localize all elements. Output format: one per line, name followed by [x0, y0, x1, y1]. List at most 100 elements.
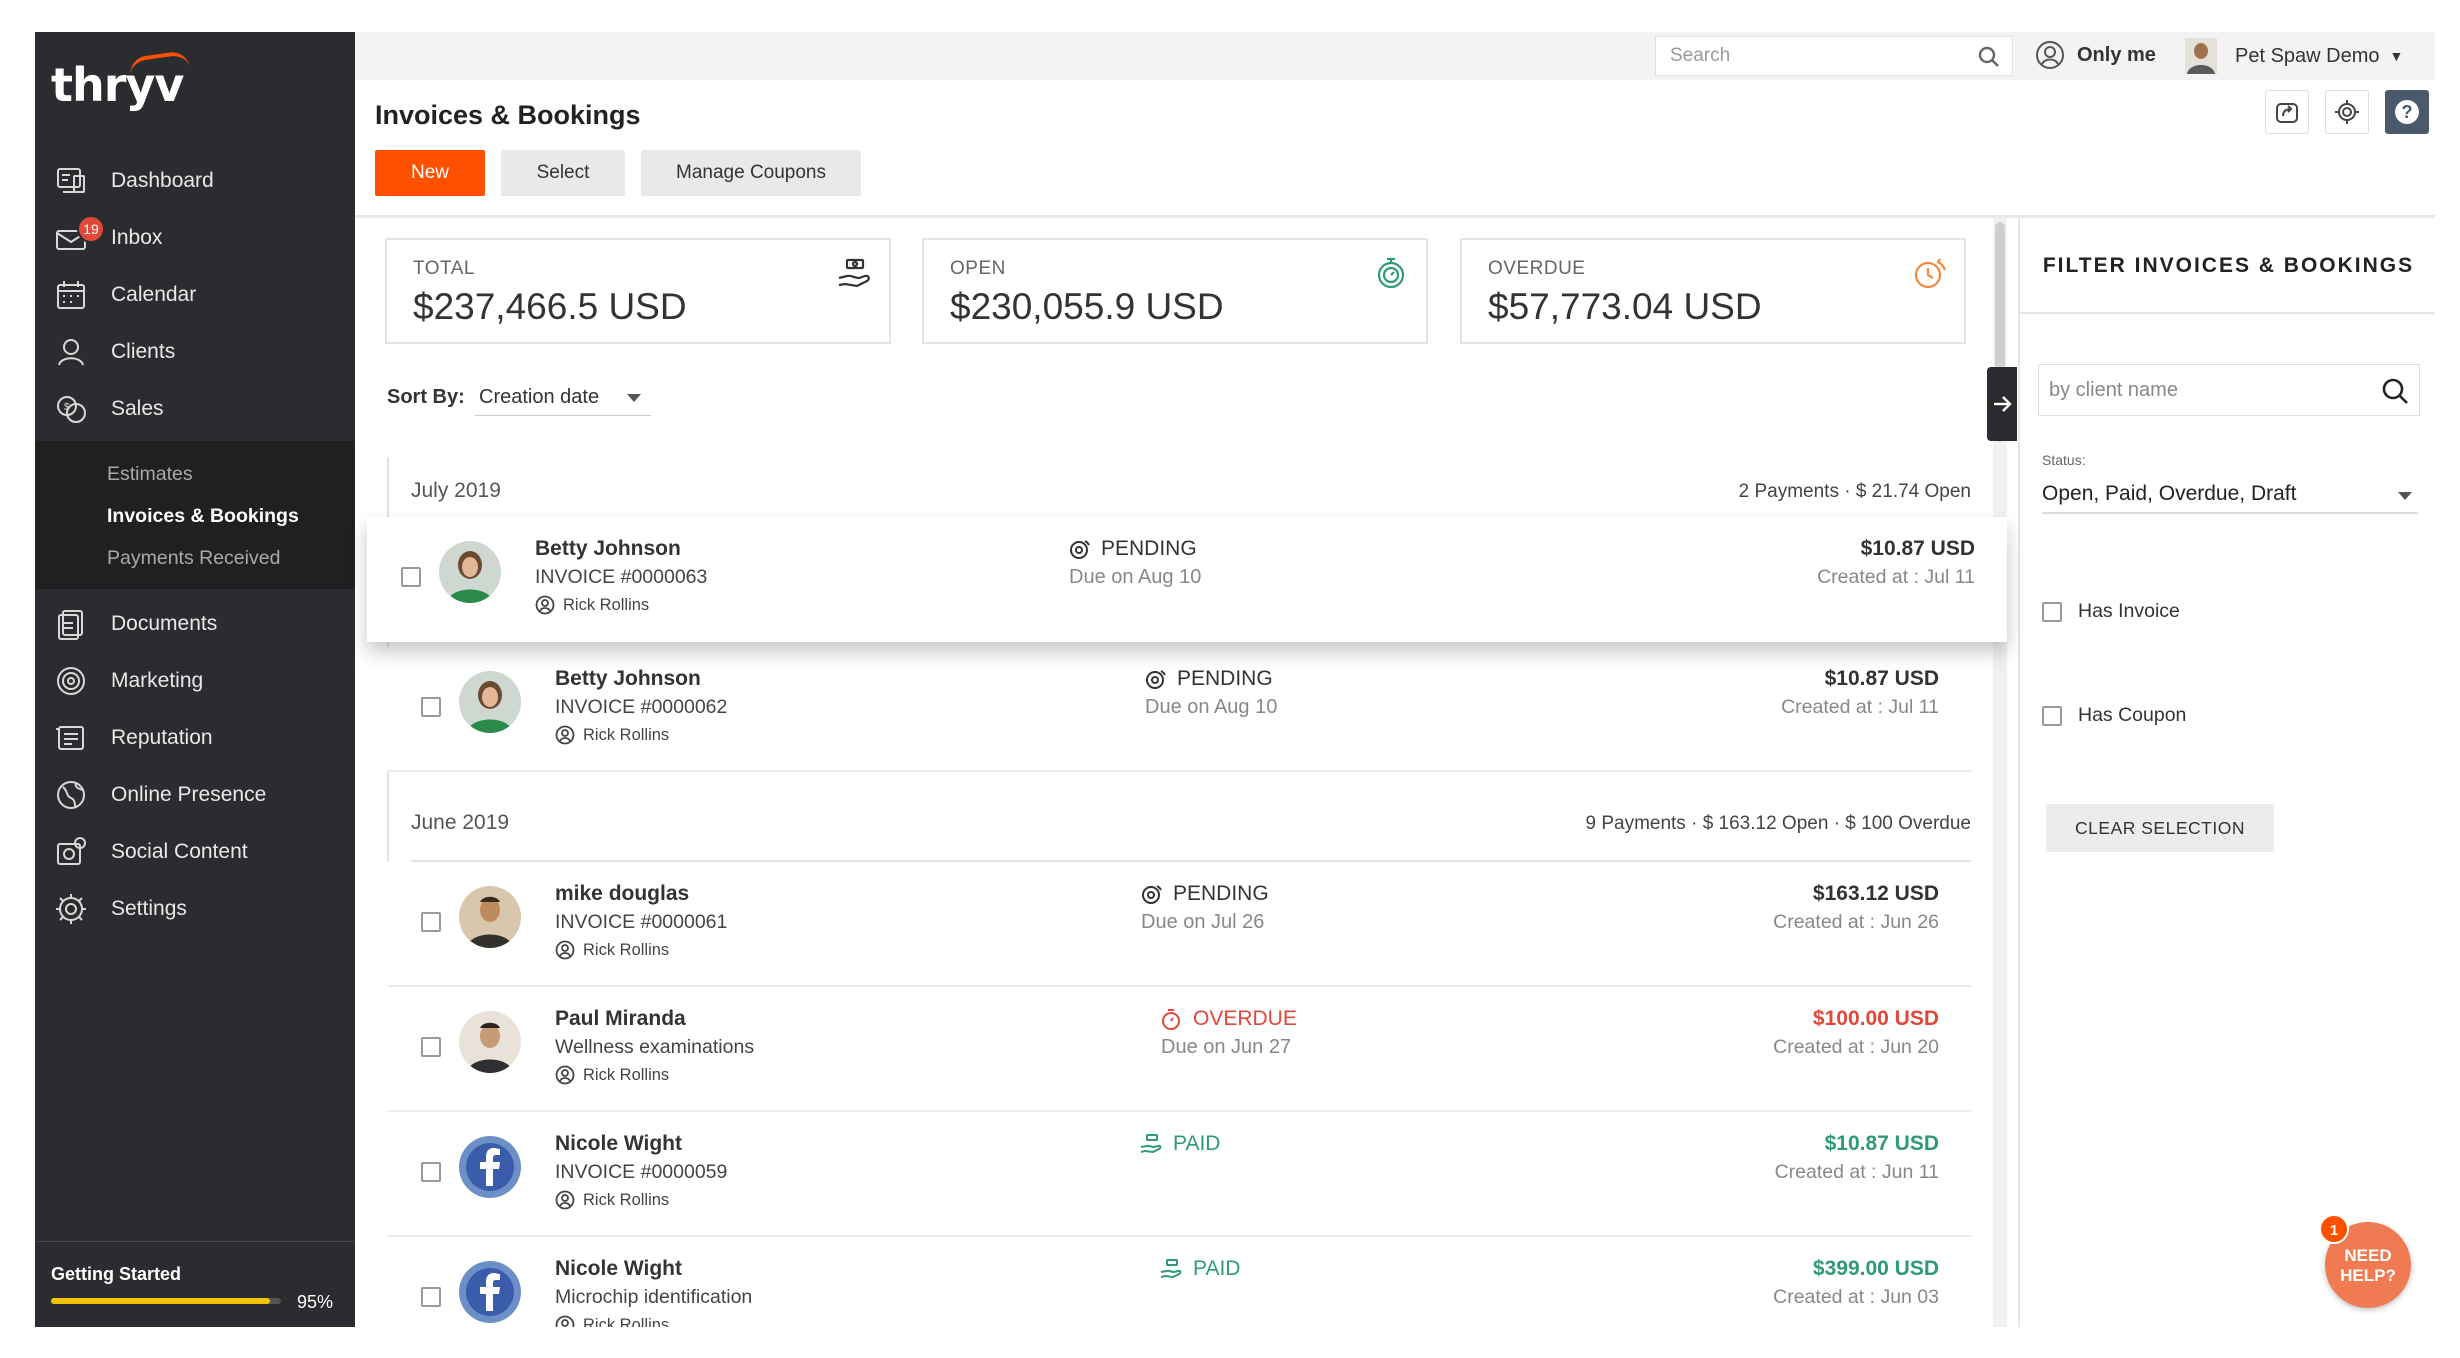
select-button[interactable]: Select [501, 150, 625, 196]
checkbox-box[interactable] [2042, 601, 2062, 622]
sidebar-item-label: Calendar [111, 282, 197, 306]
only-me-toggle[interactable]: Only me [2035, 40, 2156, 70]
toggle-filter-panel-button[interactable] [1987, 367, 2017, 441]
new-button[interactable]: New [375, 150, 485, 196]
invoice-row[interactable]: Betty Johnson INVOICE #0000063 Rick Roll… [367, 517, 2007, 642]
sidebar-item-documents[interactable]: Documents [35, 595, 355, 652]
sidebar-item-label: Documents [111, 611, 218, 635]
overdue-clock-icon [1914, 258, 1947, 289]
sidebar-item-clients[interactable]: Clients [35, 323, 355, 380]
need-help-button[interactable]: 1 NEED HELP? [2319, 1214, 2411, 1308]
row-checkbox[interactable] [421, 1162, 441, 1182]
has-invoice-checkbox[interactable]: Has Invoice [2042, 600, 2180, 623]
invoice-number: INVOICE #0000063 [535, 566, 708, 588]
status-label: PENDING [1101, 537, 1197, 560]
subnav-payments-received[interactable]: Payments Received [35, 537, 355, 579]
thryv-logo[interactable]: thryv [51, 49, 190, 112]
sidebar-item-settings[interactable]: Settings [35, 880, 355, 937]
help-button[interactable]: ? [2385, 90, 2429, 134]
client-name-input[interactable] [2049, 378, 2369, 402]
created-date: Created at : Jun 03 [1773, 1286, 1939, 1308]
open-card: OPEN $230,055.9 USD [922, 238, 1428, 344]
overdue-label: OVERDUE [1488, 258, 1586, 279]
checkbox-box[interactable] [2042, 705, 2062, 726]
sidebar-nav: Dashboard 19 Inbox Calendar Clients $ Sa… [35, 152, 355, 937]
sidebar: thryv Dashboard 19 Inbox Calendar Client… [35, 32, 355, 1327]
globe-icon [53, 777, 89, 813]
manage-coupons-button[interactable]: Manage Coupons [641, 150, 861, 196]
invoice-status: PAID [1139, 1132, 1220, 1156]
account-avatar [2185, 38, 2217, 74]
assigned-staff: Rick Rollins [535, 595, 649, 615]
settings-button[interactable] [2325, 90, 2369, 134]
client-name: Betty Johnson [535, 537, 681, 560]
client-name: Nicole Wight [555, 1132, 682, 1155]
sidebar-item-sales[interactable]: $ Sales [35, 380, 355, 437]
group-summary: 9 Payments · $ 163.12 Open · $ 100 Overd… [1585, 813, 1971, 834]
filter-panel: FILTER INVOICES & BOOKINGS Status: Open,… [2018, 218, 2435, 1327]
status-filter-value: Open, Paid, Overdue, Draft [2042, 482, 2297, 505]
global-search[interactable] [1655, 36, 2013, 76]
due-date: Due on Jul 26 [1141, 911, 1265, 933]
status-filter-label: Status: [2042, 452, 2086, 468]
invoice-row[interactable]: Betty Johnson INVOICE #0000062 Rick Roll… [387, 647, 1971, 772]
row-checkbox[interactable] [421, 697, 441, 717]
export-button[interactable] [2265, 90, 2309, 134]
page-title: Invoices & Bookings [375, 100, 641, 130]
clear-selection-button[interactable]: CLEAR SELECTION [2046, 804, 2274, 852]
export-icon [2276, 103, 2298, 123]
open-label: OPEN [950, 258, 1006, 279]
has-coupon-checkbox[interactable]: Has Coupon [2042, 704, 2186, 727]
user-circle-icon [555, 1065, 575, 1085]
invoice-amount: $10.87 USD [1860, 537, 1975, 560]
assigned-staff: Rick Rollins [555, 1315, 669, 1327]
arrow-right-icon [1994, 396, 2012, 412]
user-circle-icon [555, 1315, 575, 1327]
subnav-estimates[interactable]: Estimates [35, 453, 355, 495]
getting-started[interactable]: Getting Started 95% [35, 1241, 355, 1327]
hand-money-icon [838, 258, 870, 288]
invoice-row[interactable]: Nicole Wight INVOICE #0000059 Rick Rolli… [387, 1112, 1971, 1237]
client-avatar [459, 671, 521, 733]
client-name: Betty Johnson [555, 667, 701, 690]
need-help-line-1: NEED [2344, 1246, 2392, 1265]
row-checkbox[interactable] [421, 1287, 441, 1307]
row-checkbox[interactable] [401, 567, 421, 587]
row-checkbox[interactable] [421, 1037, 441, 1057]
client-search[interactable] [2038, 364, 2420, 416]
facebook-avatar [459, 1261, 521, 1323]
top-bar: Only me Pet Spaw Demo ▼ [355, 32, 2435, 80]
marketing-icon [53, 663, 89, 699]
invoice-status: PENDING [1139, 882, 1269, 906]
search-icon[interactable] [1978, 46, 2000, 68]
status-filter-select[interactable]: Open, Paid, Overdue, Draft [2042, 474, 2418, 514]
invoice-list: July 2019 2 Payments · $ 21.74 Open Bett… [367, 457, 2007, 1327]
account-menu[interactable]: Pet Spaw Demo ▼ [2185, 38, 2403, 74]
search-input[interactable] [1670, 45, 1970, 67]
invoice-row[interactable]: Nicole Wight Microchip identification Ri… [387, 1237, 1971, 1327]
sidebar-item-social-content[interactable]: Social Content [35, 823, 355, 880]
search-icon[interactable] [2381, 377, 2409, 405]
sidebar-item-marketing[interactable]: Marketing [35, 652, 355, 709]
pending-icon [1146, 670, 1166, 689]
group-header-july-2019: July 2019 2 Payments · $ 21.74 Open [411, 471, 1971, 511]
invoice-amount: $10.87 USD [1824, 667, 1939, 690]
sidebar-item-dashboard[interactable]: Dashboard [35, 152, 355, 209]
sidebar-item-inbox[interactable]: 19 Inbox [35, 209, 355, 266]
has-coupon-label: Has Coupon [2078, 704, 2187, 726]
row-checkbox[interactable] [421, 912, 441, 932]
only-me-label: Only me [2077, 43, 2156, 66]
app-frame: thryv Dashboard 19 Inbox Calendar Client… [35, 32, 2435, 1327]
need-help-line-2: HELP? [2340, 1266, 2396, 1285]
sort-by-select[interactable]: Creation date [475, 376, 651, 416]
invoice-status: PAID [1159, 1257, 1240, 1281]
due-date: Due on Jun 27 [1161, 1036, 1292, 1058]
status-label: PAID [1193, 1257, 1241, 1280]
subnav-invoices-bookings[interactable]: Invoices & Bookings [35, 495, 355, 537]
sidebar-item-online-presence[interactable]: Online Presence [35, 766, 355, 823]
invoice-row[interactable]: Paul Miranda Wellness examinations Rick … [387, 987, 1971, 1112]
sidebar-item-calendar[interactable]: Calendar [35, 266, 355, 323]
assigned-staff: Rick Rollins [555, 1190, 669, 1210]
invoice-row[interactable]: mike douglas INVOICE #0000061 Rick Rolli… [387, 862, 1971, 987]
sidebar-item-reputation[interactable]: Reputation [35, 709, 355, 766]
